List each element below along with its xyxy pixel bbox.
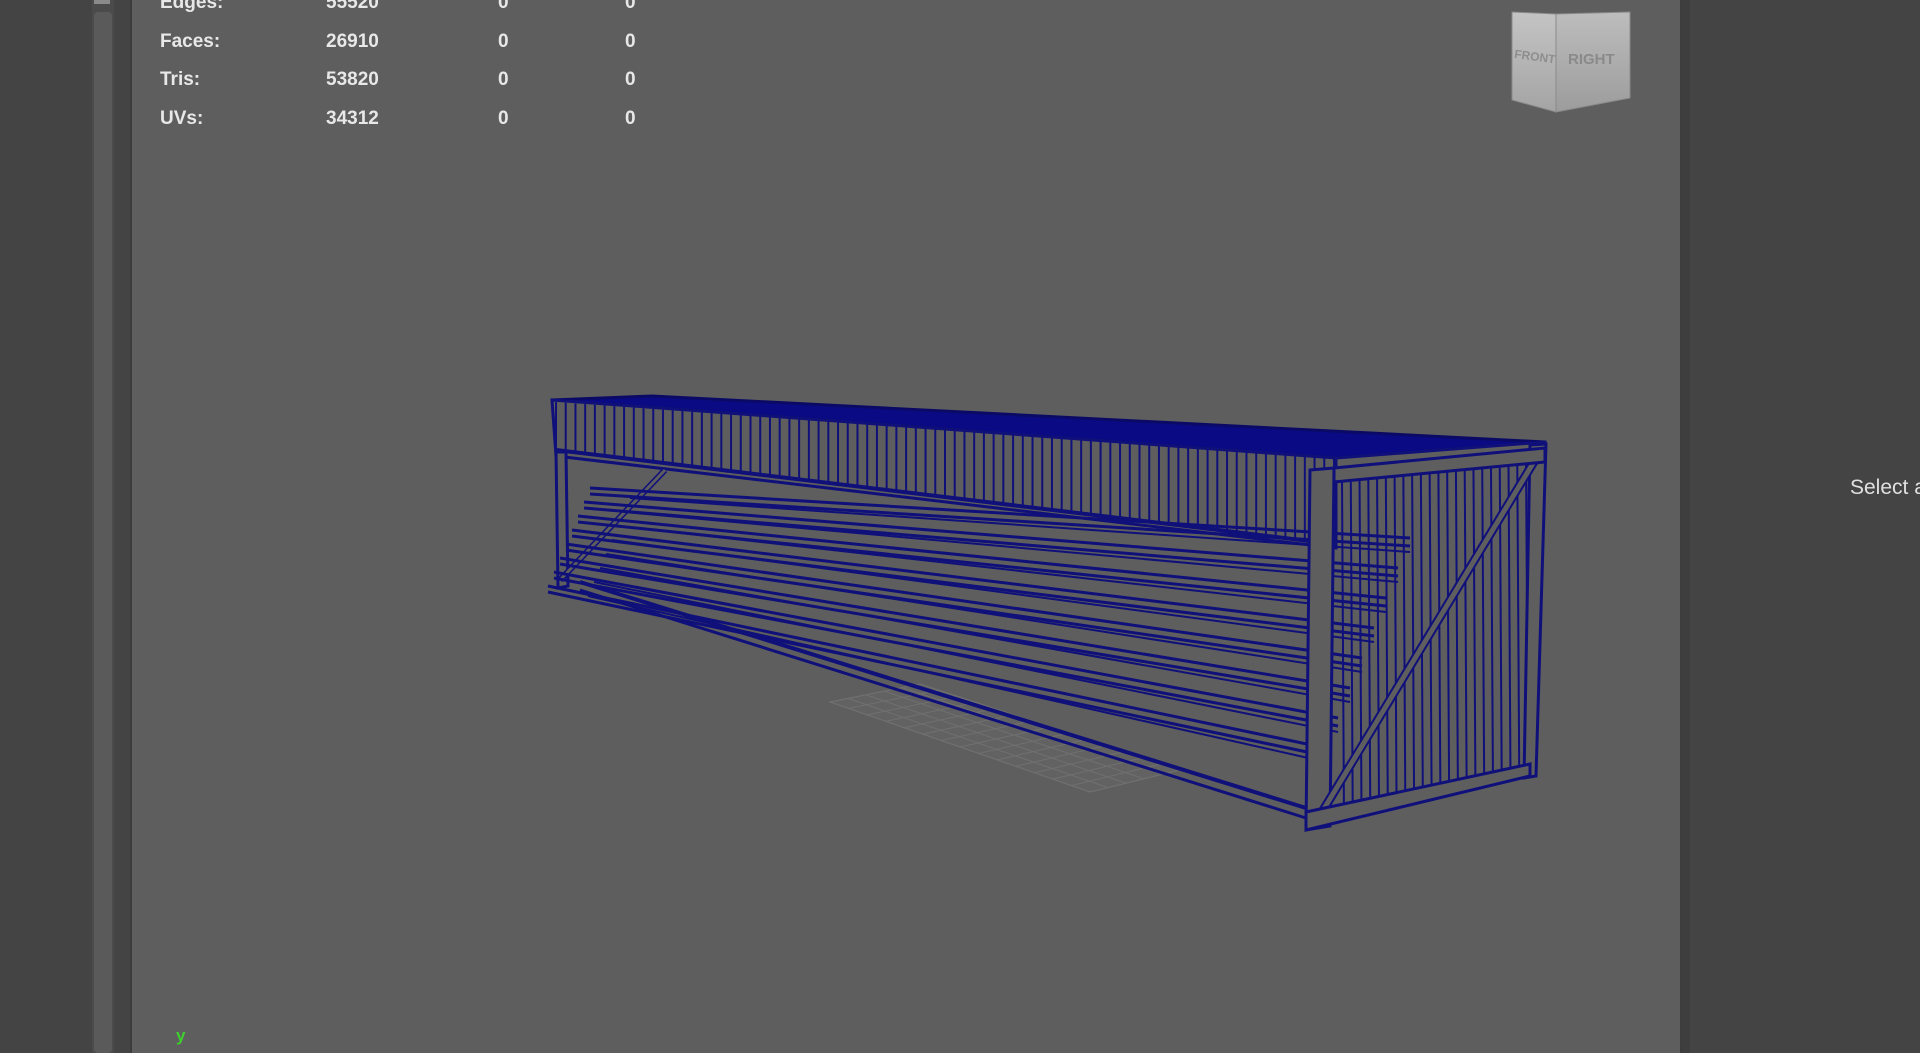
attribute-hint-text: Select a: [1850, 476, 1920, 499]
end-frame-outer: [1522, 442, 1548, 780]
front-post-right: [1304, 466, 1336, 832]
back-frame-left: [554, 450, 570, 590]
ground-grid: [828, 683, 1182, 793]
axis-y-label: y: [176, 1026, 186, 1045]
viewport-scene: FRONT RIGHT: [547, 11, 1631, 832]
viewcube-right-label[interactable]: RIGHT: [1568, 51, 1615, 68]
viewcube[interactable]: FRONT RIGHT: [1511, 11, 1631, 113]
end-bottom-rail: [1304, 762, 1532, 832]
seat-rows: [547, 486, 1411, 820]
